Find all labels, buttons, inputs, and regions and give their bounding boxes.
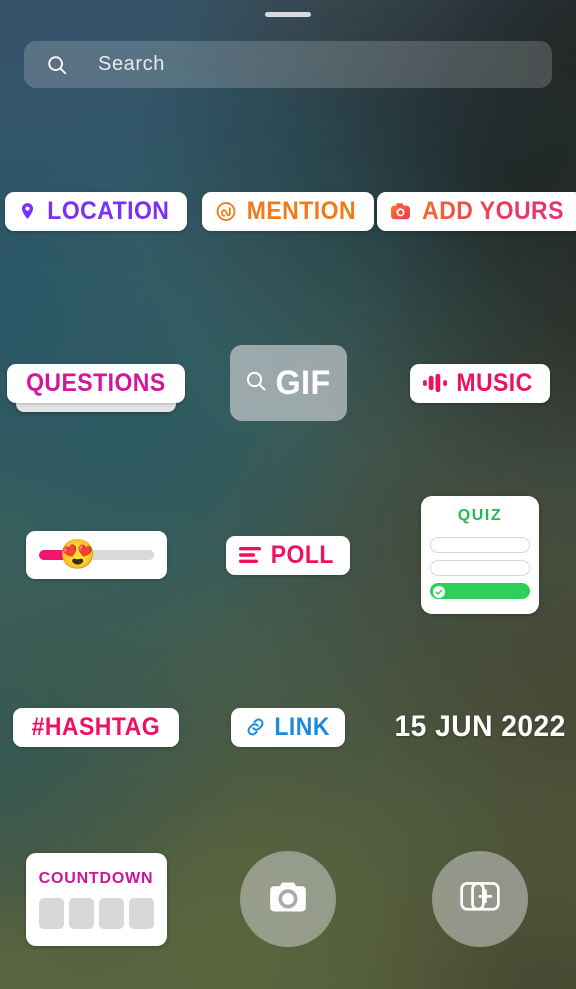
sticker-cell-gif: GIF [192,297,384,469]
sticker-music-label: MUSIC [456,368,534,397]
sticker-questions[interactable]: QUESTIONS [7,363,185,412]
search-icon [244,369,268,398]
sticker-questions-label: QUESTIONS [26,368,166,397]
search-icon [46,54,68,76]
sticker-cell-mention: MENTION [192,125,384,297]
camera-icon [390,202,411,221]
sticker-gif[interactable]: GIF [229,345,347,421]
drag-handle[interactable] [265,12,311,17]
sticker-cell-camera [192,813,384,985]
search-input-placeholder[interactable]: Search [98,53,165,76]
sticker-date[interactable]: 15 JUN 2022 [394,710,565,744]
countdown-digit [38,897,64,929]
quiz-option-row-correct[interactable] [430,583,530,599]
sticker-mention-label: MENTION [246,196,357,225]
sticker-cell-add-photo [384,813,576,985]
sticker-music[interactable]: MUSIC [410,363,550,403]
sticker-cell-quiz: QUIZ [384,469,576,641]
at-mention-icon [215,200,237,223]
sticker-add-yours[interactable]: ADD YOURS [376,191,576,231]
sticker-cell-hashtag: #HASHTAG [0,641,192,813]
countdown-digit [98,897,124,929]
sticker-quiz[interactable]: QUIZ [421,496,539,614]
sticker-poll-label: POLL [270,540,335,569]
quiz-option-row[interactable] [430,560,530,576]
sticker-hashtag[interactable]: #HASHTAG [13,707,179,747]
sticker-emoji-slider[interactable]: 😍 [25,531,167,579]
location-pin-icon [18,200,37,222]
sticker-location[interactable]: LOCATION [4,191,188,231]
sticker-cell-questions: QUESTIONS [0,297,192,469]
sticker-poll[interactable]: POLL [226,535,350,575]
sticker-cell-music: MUSIC [384,297,576,469]
sticker-link-label: LINK [274,712,330,741]
check-circle-icon [433,585,445,598]
emoji-slider-track[interactable]: 😍 [38,540,154,569]
countdown-digits [38,897,154,929]
sticker-cell-poll: POLL [192,469,384,641]
sticker-cell-date: 15 JUN 2022 [384,641,576,813]
sticker-countdown[interactable]: COUNTDOWN [25,852,167,946]
countdown-digit [128,897,154,929]
chain-link-icon [244,716,267,738]
search-bar[interactable]: Search [24,41,552,88]
sticker-gif-label: GIF [275,364,331,402]
emoji-slider-thumb[interactable]: 😍 [60,540,96,570]
camera-button[interactable] [240,851,336,947]
sticker-countdown-label: COUNTDOWN [38,869,154,887]
equalizer-icon [423,373,448,393]
sticker-cell-emoji-slider: 😍 [0,469,192,641]
poll-bars-icon [239,545,263,565]
sticker-link[interactable]: LINK [230,707,346,747]
countdown-digit [68,897,94,929]
sticker-grid: LOCATION MENTION ADD YOURS QUESTIONS GIF… [0,125,576,985]
add-photo-stack-icon [459,878,501,921]
sticker-location-label: LOCATION [46,196,170,225]
camera-icon [268,880,308,919]
sticker-cell-link: LINK [192,641,384,813]
sticker-mention[interactable]: MENTION [202,191,374,231]
sticker-quiz-label: QUIZ [457,507,503,524]
sticker-cell-location: LOCATION [0,125,192,297]
sticker-hashtag-label: #HASHTAG [31,712,161,741]
sticker-cell-add-yours: ADD YOURS [376,125,576,297]
sticker-tray-screen: Search LOCATION MENTION ADD YOURS QUESTI… [0,0,576,989]
sticker-add-yours-label: ADD YOURS [422,196,564,225]
add-photo-button[interactable] [432,851,528,947]
sticker-cell-countdown: COUNTDOWN [0,813,192,985]
quiz-option-row[interactable] [430,537,530,553]
